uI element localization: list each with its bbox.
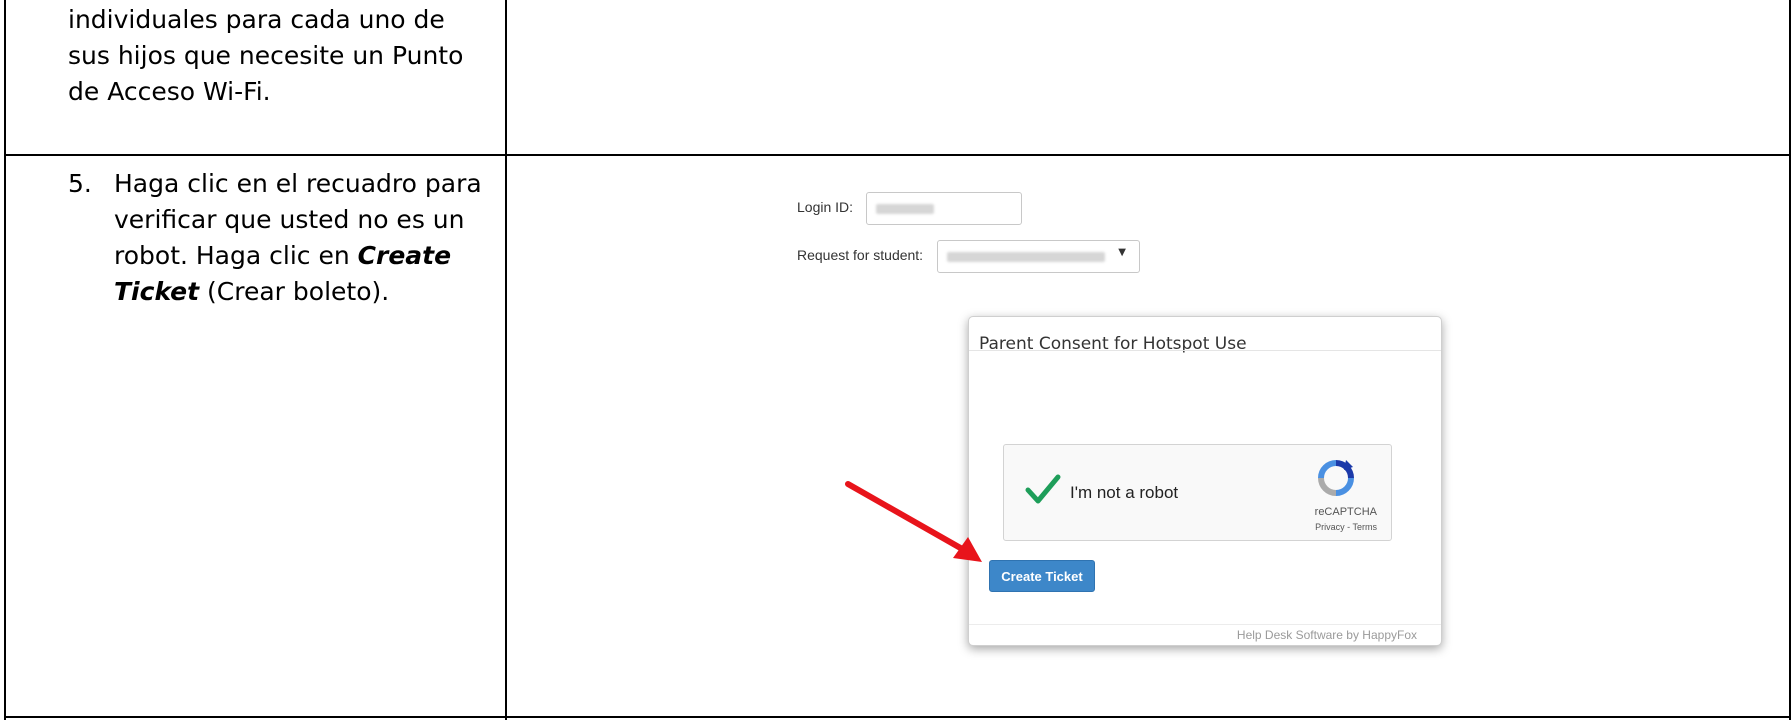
modal-title: Parent Consent for Hotspot Use	[979, 334, 1247, 354]
login-id-input[interactable]	[866, 192, 1022, 225]
row1-line: individuales para cada uno de	[68, 5, 445, 34]
create-ticket-button[interactable]: Create Ticket	[989, 560, 1095, 592]
request-student-label: Request for student:	[797, 247, 924, 263]
captcha-label: I'm not a robot	[1070, 483, 1179, 502]
step-number: 5.	[68, 169, 92, 198]
create-emphasis: Create	[357, 241, 452, 270]
table-left-border	[4, 0, 6, 720]
table-bottom-border	[4, 716, 1791, 718]
student-select[interactable]: ▼	[937, 240, 1140, 273]
row1-line: de Acceso Wi-Fi.	[68, 77, 271, 106]
row1-text: individuales para cada uno de sus hijos …	[68, 2, 463, 110]
modal-title-divider	[969, 350, 1441, 351]
instruction-line: verificar que usted no es un	[114, 205, 465, 234]
recaptcha-links[interactable]: Privacy - Terms	[1315, 522, 1377, 532]
row1-line: sus hijos que necesite un Punto	[68, 41, 464, 70]
recaptcha-widget[interactable]: I'm not a robot reCAPTCHA Privacy - Term…	[1003, 444, 1392, 541]
step-instruction: Haga clic en el recuadro para verificar …	[114, 166, 482, 310]
instruction-text: (Crear boleto).	[199, 277, 390, 306]
recaptcha-logo-icon	[1318, 460, 1354, 496]
modal-footer-text[interactable]: Help Desk Software by HappyFox	[1237, 628, 1417, 642]
login-id-label: Login ID:	[797, 199, 854, 215]
check-icon	[1025, 474, 1061, 504]
consent-modal: Parent Consent for Hotspot Use I'm not a…	[968, 316, 1442, 646]
ticket-emphasis: Ticket	[114, 277, 200, 306]
instruction-text: robot. Haga clic en	[114, 241, 358, 270]
recaptcha-brand: reCAPTCHA	[1314, 506, 1377, 518]
instruction-line: robot. Haga clic en Create	[114, 238, 482, 274]
instruction-line: Ticket (Crear boleto).	[114, 274, 482, 310]
table-column-divider	[505, 0, 507, 720]
table-row-divider	[4, 154, 1791, 156]
instruction-line: Haga clic en el recuadro para	[114, 169, 482, 198]
red-arrow-icon	[845, 481, 982, 562]
modal-footer-divider	[969, 624, 1441, 625]
redacted-value	[947, 252, 1105, 262]
chevron-down-icon: ▼	[1118, 247, 1126, 258]
redacted-value	[876, 204, 934, 214]
